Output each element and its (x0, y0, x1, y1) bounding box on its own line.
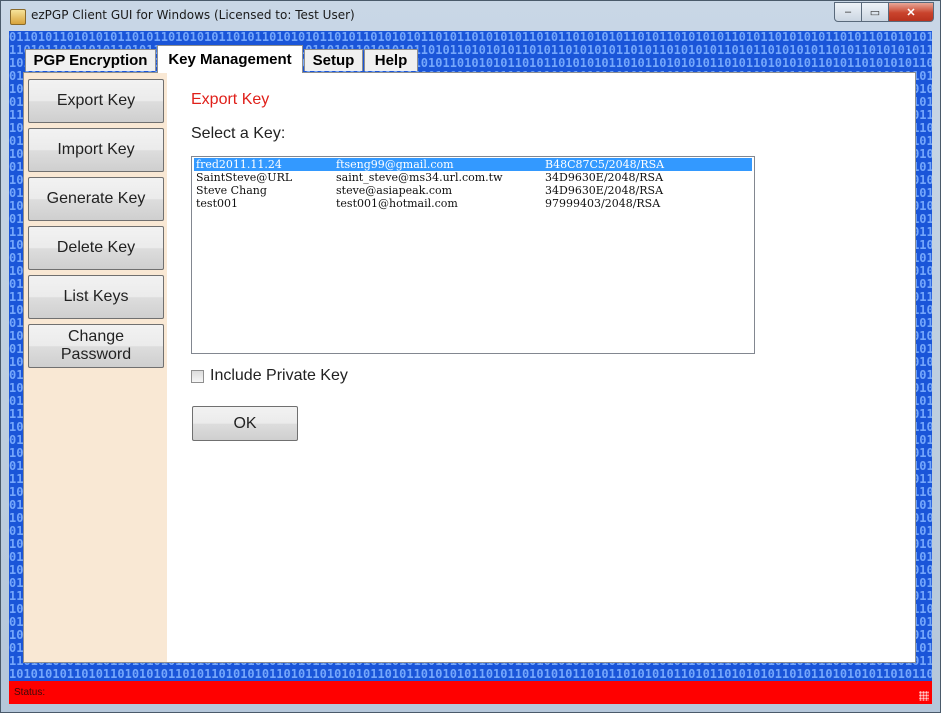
close-button[interactable]: ✕ (889, 2, 934, 22)
change-password-button[interactable]: Change Password (28, 324, 164, 368)
generate-key-button[interactable]: Generate Key (28, 177, 164, 221)
key-id: 34D9630E/2048/RSA (545, 171, 664, 184)
key-list-item[interactable]: fred2011.11.24 ftseng99@gmail.com B48C87… (194, 158, 752, 171)
key-email: steve@asiapeak.com (336, 184, 453, 197)
key-management-page: Export Key Import Key Generate Key Delet… (23, 72, 916, 663)
tab-setup[interactable]: Setup (304, 49, 363, 71)
key-name: fred2011.11.24 (196, 158, 282, 171)
key-list-item[interactable]: test001 test001@hotmail.com 97999403/204… (194, 197, 752, 210)
include-private-key-checkbox[interactable] (191, 369, 204, 383)
select-key-label: Select a Key: (191, 125, 286, 142)
import-key-button[interactable]: Import Key (28, 128, 164, 172)
key-id: 97999403/2048/RSA (545, 197, 661, 210)
resize-grip-icon[interactable] (919, 691, 929, 701)
app-window: ezPGP Client GUI for Windows (Licensed t… (0, 0, 941, 713)
key-email: test001@hotmail.com (336, 197, 458, 210)
export-key-button[interactable]: Export Key (28, 79, 164, 123)
key-list-item[interactable]: Steve Chang steve@asiapeak.com 34D9630E/… (194, 184, 752, 197)
key-id: B48C87C5/2048/RSA (545, 158, 665, 171)
app-icon (10, 9, 26, 25)
key-email: ftseng99@gmail.com (336, 158, 454, 171)
status-text: Status: (14, 687, 46, 698)
key-name: Steve Chang (196, 184, 267, 197)
key-list-item[interactable]: SaintSteve@URL saint_steve@ms34.url.com.… (194, 171, 752, 184)
caption-buttons: – ▭ ✕ (834, 2, 934, 22)
sidebar: Export Key Import Key Generate Key Delet… (24, 73, 167, 662)
client-area: 0110101101010101101011010101011010110101… (9, 31, 932, 704)
key-name: SaintSteve@URL (196, 171, 293, 184)
include-private-key-label: Include Private Key (210, 367, 348, 384)
include-private-key-option[interactable]: Include Private Key (191, 367, 348, 385)
maximize-button[interactable]: ▭ (862, 2, 889, 22)
key-listbox[interactable]: fred2011.11.24 ftseng99@gmail.com B48C87… (191, 156, 755, 354)
section-title: Export Key (191, 91, 270, 108)
title-bar[interactable]: ezPGP Client GUI for Windows (Licensed t… (1, 1, 940, 31)
tab-help[interactable]: Help (364, 49, 418, 71)
list-keys-button[interactable]: List Keys (28, 275, 164, 319)
ok-button[interactable]: OK (192, 406, 298, 441)
key-email: saint_steve@ms34.url.com.tw (336, 171, 503, 184)
delete-key-button[interactable]: Delete Key (28, 226, 164, 270)
tab-key-management[interactable]: Key Management (157, 45, 303, 73)
key-id: 34D9630E/2048/RSA (545, 184, 664, 197)
key-name: test001 (196, 197, 238, 210)
minimize-button[interactable]: – (834, 2, 862, 22)
status-bar: Status: (9, 681, 932, 704)
tab-pgp-encryption[interactable]: PGP Encryption (25, 49, 156, 71)
window-title: ezPGP Client GUI for Windows (Licensed t… (31, 8, 355, 22)
